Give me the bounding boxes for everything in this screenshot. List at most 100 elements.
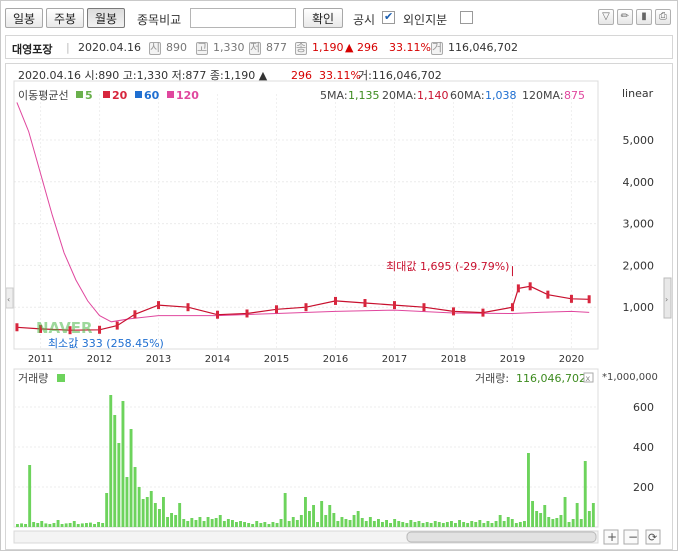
volume-bar [133,467,137,527]
ma-value: 1,140 [417,89,449,102]
volume-bar [340,517,344,527]
volume-bar [478,520,482,527]
ma-legend-label: 120 [176,89,199,102]
volume-bar [328,505,332,527]
volume-unit: *1,000,000 [602,372,658,383]
volume-bar [202,521,206,527]
ma-value-label: 120MA: [522,89,564,102]
volume-bar [72,521,76,527]
volume-bar [364,521,368,527]
volume-bar [218,515,222,527]
close-icon: 종 [295,41,307,55]
series-line-120 [16,102,590,323]
volume-bar [514,523,518,527]
disclosure-checkbox[interactable] [382,10,395,24]
volume-bar [575,503,579,527]
volume-bar [158,509,161,527]
volume-bar [101,523,105,527]
line-tool-icon[interactable]: ▽ [598,9,614,25]
volume-bar [52,523,56,527]
volume-bar [555,518,559,527]
volume-bar [458,520,461,527]
volume-bar [194,520,198,527]
volume-bar [332,513,336,527]
volume-bar [125,477,129,527]
volume-bar [153,503,157,527]
volume-bar [190,518,194,527]
volume-bar [214,518,218,527]
volume-bar [247,523,251,527]
volume-bar [377,519,380,527]
volume-bar [486,521,490,527]
chart-area[interactable]: 2020.04.16 시:890 고:1,330 저:877 종:1,190 ▲… [5,63,673,550]
price-tick-label: 2,000 [623,259,655,272]
volume-bar [20,523,23,527]
volume-bar [149,491,153,527]
x-tick-label: 2018 [441,354,466,365]
weekly-button[interactable]: 주봉 [46,8,84,28]
print-icon[interactable]: ⎙ [655,9,671,25]
scrollbar-thumb[interactable] [406,531,597,543]
volume-value: 116,046,702 [448,41,518,54]
volume-bar [591,503,595,527]
volume-bar [523,521,526,527]
volume-bar [287,521,291,527]
volume-bar [16,524,19,527]
close-value: 1,190 [312,41,344,54]
x-tick-label: 2011 [28,354,53,365]
volume-bar [571,519,575,527]
ma-legend-label: 60 [144,89,160,102]
foreign-checkbox[interactable] [460,11,473,24]
volume-bar [186,521,190,527]
candle [587,295,591,304]
draw-tool-icon[interactable]: ✏ [617,9,633,25]
volume-bar [437,522,441,527]
volume-bar [48,524,52,527]
volume-bar [385,520,388,527]
volume-icon: 거 [431,41,443,55]
open-icon: 시 [149,41,161,55]
monthly-button[interactable]: 월봉 [87,8,125,28]
volume-bar [502,521,506,527]
volume-bar [129,429,133,527]
volume-bar [372,521,376,527]
chart-widget: 일봉 주봉 월봉 종목비교 확인 공시 외인지분 ▽ ✏ ▮ ⎙ 대영포장 | … [0,0,678,551]
volume-bar [40,521,44,527]
ma-legend-swatch [76,91,83,98]
open-value: 890 [166,41,187,54]
volume-bar [222,521,226,527]
volume-bar [36,523,40,527]
candle-tool-icon[interactable]: ▮ [636,9,652,25]
volume-bar [583,461,587,527]
volume-bar [348,520,352,527]
confirm-button[interactable]: 확인 [303,8,343,28]
compare-input[interactable] [190,8,296,28]
volume-bar [198,517,202,527]
volume-bar [267,524,271,527]
volume-bar [239,521,242,527]
volume-bar [389,523,392,527]
volume-label: 거래량: [475,372,509,385]
price-tick-label: 1,000 [623,301,655,314]
volume-bar [312,505,315,527]
price-tick-label: 4,000 [623,176,655,189]
naver-watermark: NAVER [36,319,93,337]
candle [133,310,137,319]
volume-title: 거래량 [18,372,48,385]
daily-button[interactable]: 일봉 [5,8,43,28]
ma-legend-label: 5 [85,89,93,102]
volume-bar [210,519,214,527]
candle [98,325,102,334]
ma-legend-swatch [135,91,142,98]
ma-value-label: 5MA: [320,89,348,102]
volume-bar [344,519,348,527]
volume-bar [494,521,498,527]
price-series [15,102,591,335]
volume-bar [271,522,275,527]
x-tick-label: 2013 [146,354,171,365]
candle [275,305,279,314]
zoom-in-icon: + [607,530,617,544]
price-axis: 1,000 2,000 3,000 4,000 5,000 [623,134,655,314]
volume-bar [251,524,255,527]
volume-bar [80,523,84,527]
